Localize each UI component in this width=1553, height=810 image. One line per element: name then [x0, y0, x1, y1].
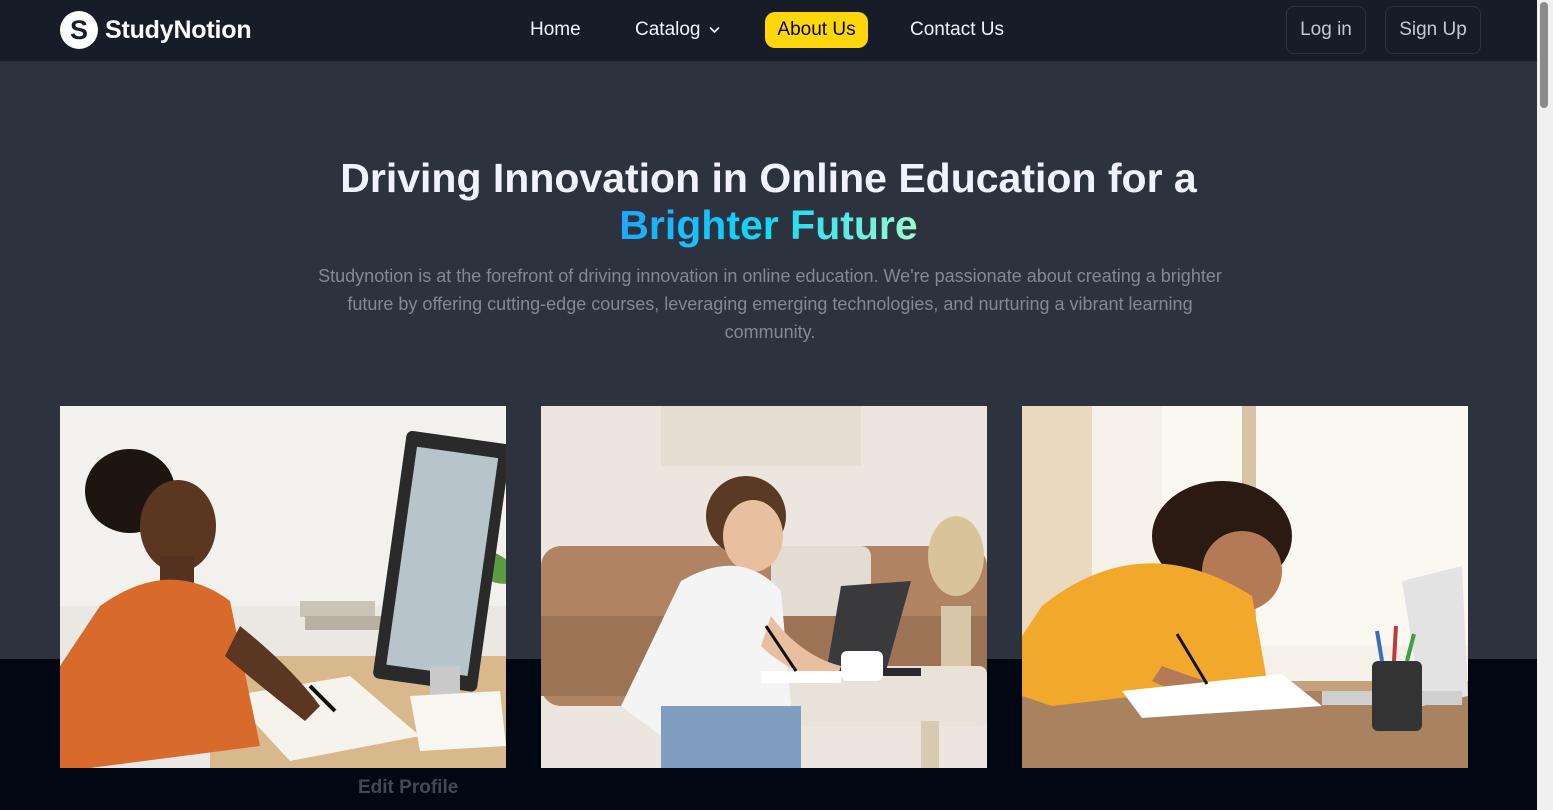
- about-image-1: [60, 406, 506, 768]
- logo-mark-icon: S: [60, 11, 98, 49]
- page-scrollbar-track[interactable]: [1537, 0, 1553, 810]
- edit-profile-partial-text: Edit Profile: [358, 777, 459, 798]
- hero-heading: Driving Innovation in Online Education f…: [0, 155, 1537, 249]
- nav-contact-link[interactable]: Contact Us: [910, 18, 1004, 41]
- woman-with-laptop-illustration: [541, 406, 987, 768]
- nav-about-link[interactable]: About Us: [765, 12, 868, 48]
- page-scrollbar-thumb[interactable]: [1540, 2, 1548, 108]
- about-image-3: [1022, 406, 1468, 768]
- girl-writing-illustration: [1022, 406, 1468, 768]
- nav-home-link[interactable]: Home: [530, 18, 581, 41]
- about-image-2: [541, 406, 987, 768]
- brand-name: StudyNotion: [105, 15, 252, 44]
- nav-catalog-label: Catalog: [635, 19, 701, 40]
- chevron-down-icon: [709, 26, 719, 33]
- hero-heading-line1: Driving Innovation in Online Education f…: [340, 155, 1197, 201]
- hero-heading-highlight: Brighter Future: [619, 202, 918, 248]
- signup-button[interactable]: Sign Up: [1385, 6, 1481, 54]
- logo-letter: S: [69, 14, 88, 45]
- login-button[interactable]: Log in: [1286, 6, 1366, 54]
- woman-at-computer-illustration: [60, 406, 506, 768]
- top-navbar: S StudyNotion Home Catalog About Us Cont…: [0, 0, 1537, 62]
- brand-logo[interactable]: S StudyNotion: [60, 11, 252, 49]
- hero-description: Studynotion is at the forefront of drivi…: [318, 266, 1222, 342]
- nav-catalog-dropdown[interactable]: Catalog: [635, 18, 720, 41]
